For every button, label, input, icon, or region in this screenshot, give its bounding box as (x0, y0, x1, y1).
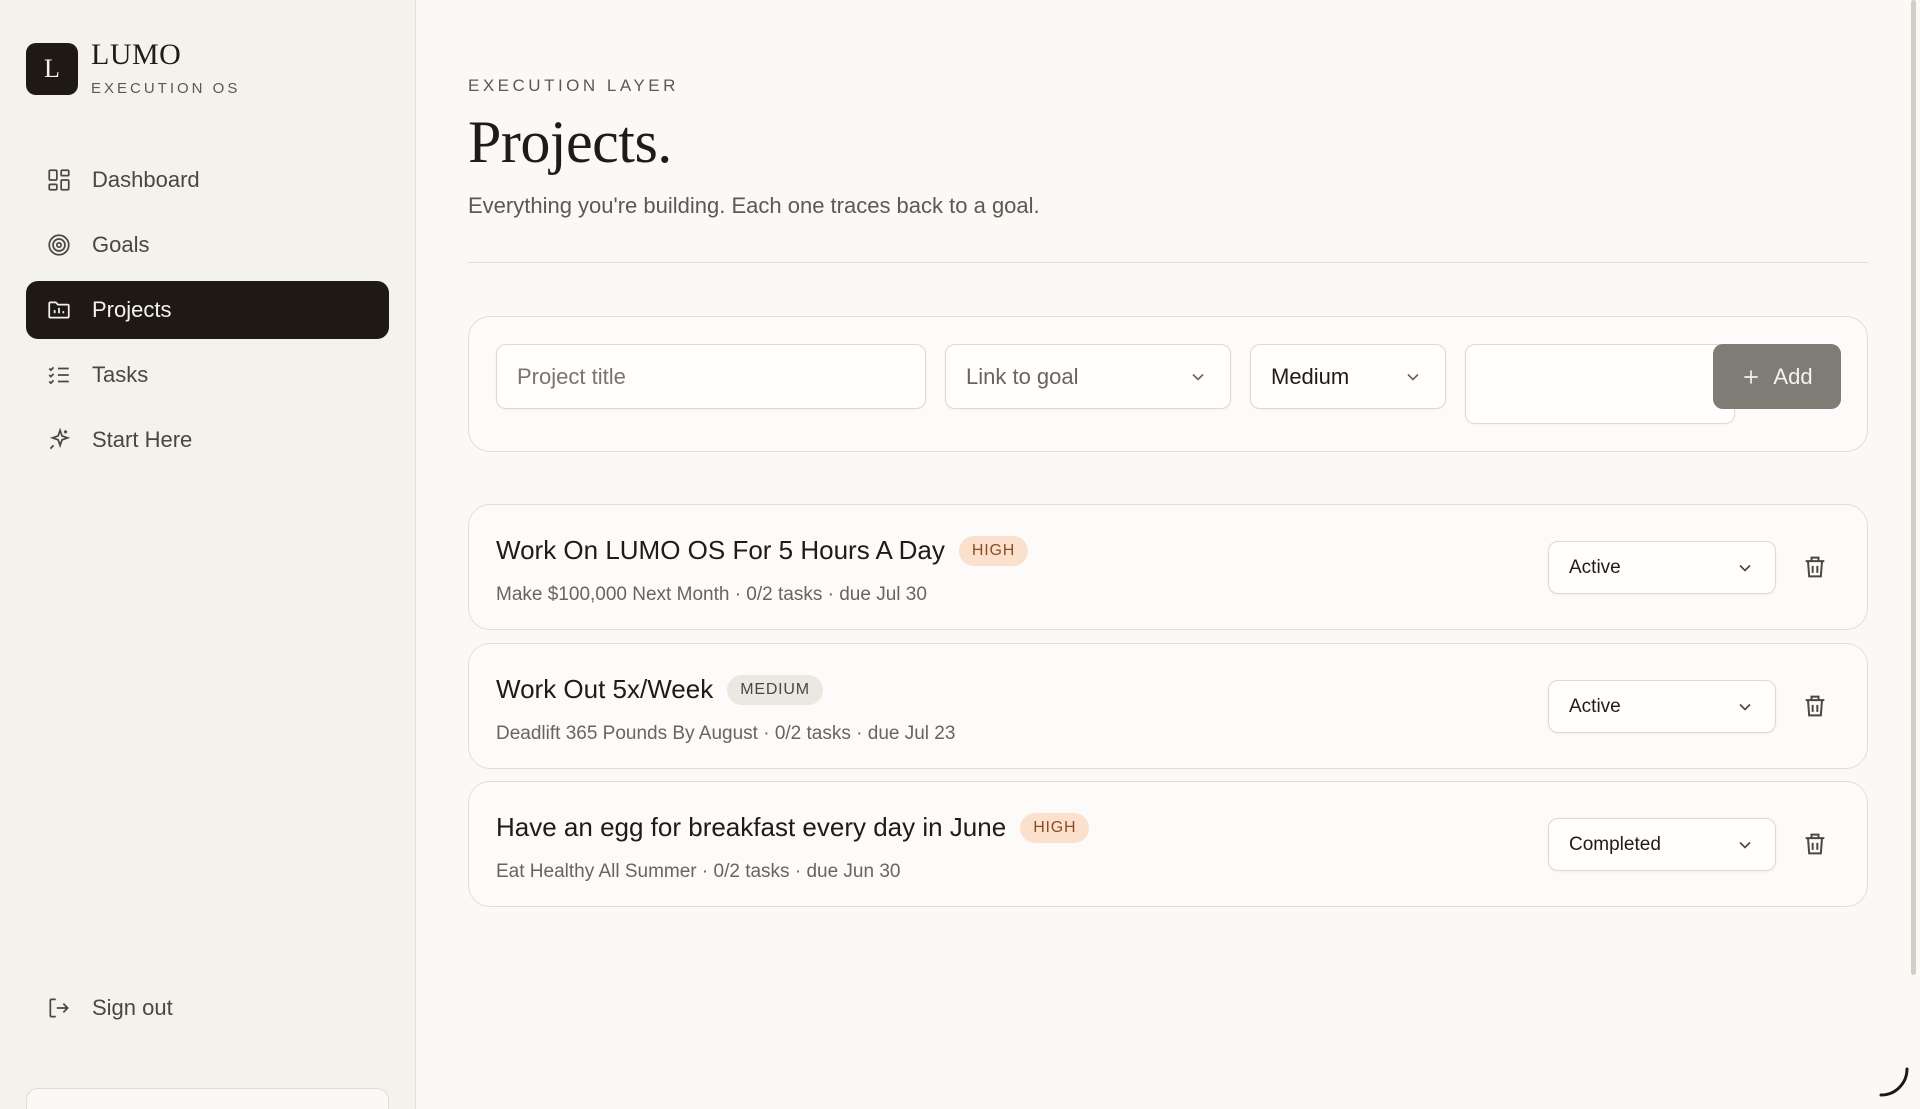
priority-select[interactable]: Medium (1250, 344, 1446, 409)
goal-select-value: Link to goal (966, 363, 1079, 389)
target-icon (48, 234, 70, 256)
page-eyebrow: EXECUTION LAYER (468, 76, 679, 95)
project-title-field[interactable] (496, 344, 926, 409)
sidebar-item-label: Start Here (92, 427, 193, 452)
sidebar-item-start-here[interactable]: Start Here (26, 411, 389, 469)
status-select-value: Active (1569, 695, 1621, 717)
priority-badge: MEDIUM (727, 674, 823, 705)
sidebar-nav: Dashboard Goals Projects Tasks Start Her… (26, 151, 389, 476)
checklist-icon (48, 366, 69, 385)
add-button-label: Add (1773, 363, 1813, 389)
sidebar-item-label: Dashboard (92, 167, 200, 192)
page-title: Projects. (468, 109, 672, 175)
sidebar-item-label: Tasks (92, 362, 149, 387)
sparkle-icon (49, 427, 71, 450)
project-meta: Eat Healthy All Summer · 0/2 tasks · due… (496, 861, 901, 882)
loading-spinner-icon (1879, 1067, 1909, 1097)
due-date-input[interactable] (1465, 344, 1735, 424)
brand-name: LUMO (91, 38, 182, 71)
project-meta: Make $100,000 Next Month · 0/2 tasks · d… (496, 584, 927, 605)
priority-badge: HIGH (1020, 812, 1090, 843)
sidebar-item-label: Projects (92, 297, 172, 322)
status-select[interactable]: Active (1548, 680, 1776, 733)
sign-out-button[interactable]: Sign out (26, 979, 389, 1037)
sign-out-label: Sign out (92, 995, 173, 1020)
sidebar-item-tasks[interactable]: Tasks (26, 346, 389, 404)
trash-icon[interactable] (1801, 692, 1829, 720)
project-meta: Deadlift 365 Pounds By August · 0/2 task… (496, 723, 956, 744)
chevron-down-icon (1739, 564, 1751, 572)
trash-icon[interactable] (1801, 830, 1829, 858)
project-row[interactable]: Have an egg for breakfast every day in J… (468, 781, 1868, 907)
dashboard-icon (48, 169, 70, 191)
priority-select-value: Medium (1271, 363, 1350, 389)
folder-icon (48, 301, 70, 319)
project-title: Work Out 5x/Week (496, 674, 714, 704)
project-title: Work On LUMO OS For 5 Hours A Day (496, 535, 945, 565)
brand-subtitle: EXECUTION OS (91, 80, 241, 97)
project-title-input[interactable] (517, 363, 925, 390)
sign-out-icon (49, 998, 69, 1018)
logo: L (26, 42, 78, 95)
sidebar: L LUMO EXECUTION OS Dashboard Goals Proj… (0, 0, 416, 1109)
new-project-form: Link to goal Medium Add (468, 316, 1868, 452)
status-select-value: Completed (1569, 833, 1661, 855)
scrollbar[interactable] (1911, 0, 1916, 975)
status-select[interactable]: Active (1548, 541, 1776, 594)
page-subtitle: Everything you're building. Each one tra… (468, 193, 1040, 218)
trash-icon[interactable] (1801, 553, 1829, 581)
status-select[interactable]: Completed (1548, 818, 1776, 871)
status-select-value: Active (1569, 556, 1621, 578)
sidebar-item-goals[interactable]: Goals (26, 216, 389, 274)
goal-select[interactable]: Link to goal (945, 344, 1231, 409)
divider (468, 262, 1868, 263)
sidebar-item-dashboard[interactable]: Dashboard (26, 151, 389, 209)
chevron-down-icon (1739, 841, 1751, 849)
chevron-down-icon (1192, 373, 1204, 381)
sidebar-item-projects[interactable]: Projects (26, 281, 389, 339)
project-row[interactable]: Work On LUMO OS For 5 Hours A Day HIGH M… (468, 504, 1868, 630)
project-row[interactable]: Work Out 5x/Week MEDIUM Deadlift 365 Pou… (468, 643, 1868, 769)
plus-icon (1744, 369, 1759, 384)
chevron-down-icon (1739, 703, 1751, 711)
chevron-down-icon (1407, 373, 1419, 381)
project-title: Have an egg for breakfast every day in J… (496, 812, 1007, 842)
brand[interactable]: L LUMO EXECUTION OS (26, 40, 240, 97)
sidebar-item-label: Goals (92, 232, 150, 257)
sidebar-footer-card (26, 1088, 389, 1109)
priority-badge: HIGH (958, 535, 1029, 566)
add-project-button[interactable]: Add (1713, 344, 1841, 409)
